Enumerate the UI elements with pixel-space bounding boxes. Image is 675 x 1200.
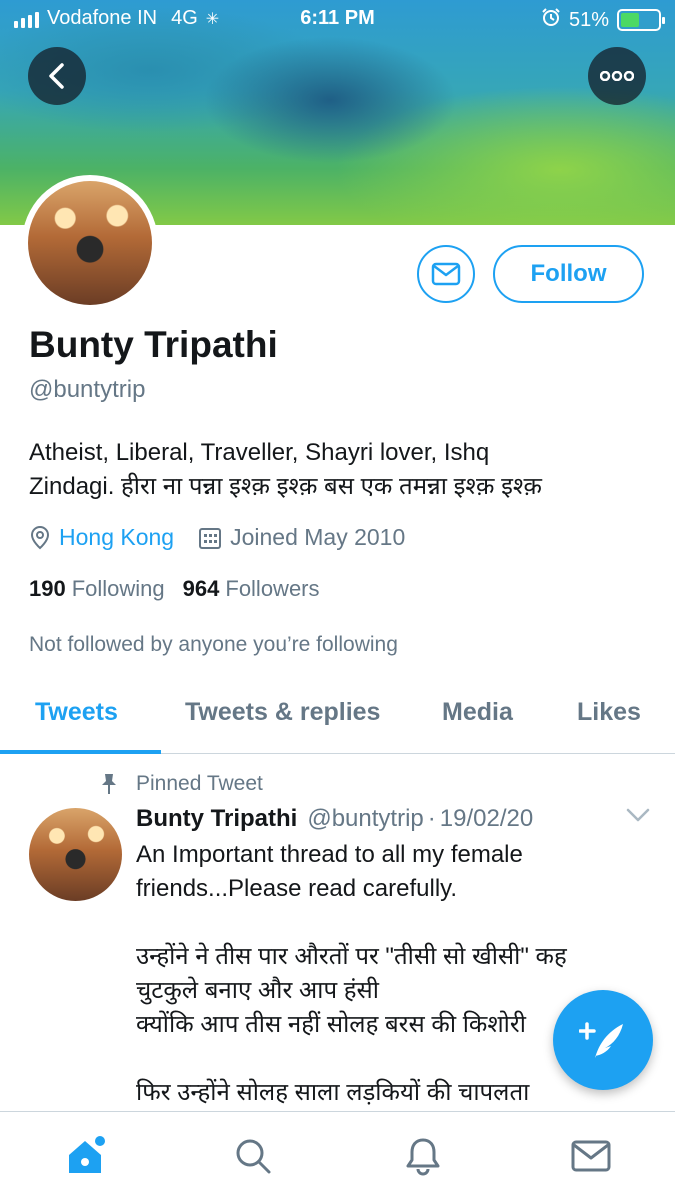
- location-pin-icon: [30, 525, 50, 549]
- bottom-navigation: [0, 1111, 675, 1200]
- following-label: Following: [71, 576, 165, 601]
- battery-fill: [621, 13, 640, 27]
- bell-icon: [406, 1138, 440, 1176]
- tweet-line: उन्होंने ने तीस पार औरतों पर "तीसी सो खी…: [136, 943, 567, 970]
- tweet-avatar[interactable]: [29, 808, 122, 901]
- chevron-left-icon: [49, 63, 64, 89]
- more-button[interactable]: [588, 47, 646, 105]
- avatar-photo: [28, 181, 152, 305]
- followers-count: 964: [182, 576, 220, 601]
- more-horizontal-icon: [600, 71, 634, 81]
- envelope-icon: [431, 262, 461, 286]
- search-icon: [236, 1139, 271, 1174]
- battery-icon: [617, 9, 665, 31]
- battery-percent: 51%: [568, 8, 609, 31]
- chevron-down-icon: [626, 808, 650, 822]
- following-count: 190: [29, 576, 66, 601]
- pin-icon: [102, 774, 116, 794]
- home-icon: [69, 1136, 105, 1173]
- pinned-label: Pinned Tweet: [136, 772, 263, 795]
- calendar-group: Joined May 2010: [198, 524, 405, 551]
- tweet-header: Bunty Tripathi @buntytrip · 19/02/20: [136, 805, 533, 833]
- status-right: 51%: [541, 7, 665, 33]
- joined-date: Joined May 2010: [230, 524, 406, 550]
- followers-stat[interactable]: 964 Followers: [183, 576, 320, 602]
- message-button[interactable]: [417, 245, 475, 303]
- back-button[interactable]: [28, 47, 86, 105]
- followers-label: Followers: [225, 576, 320, 601]
- tweet-author-name: Bunty Tripathi: [136, 805, 298, 832]
- following-stat[interactable]: 190 Following: [29, 576, 165, 602]
- tweet-line: friends...Please read carefully.: [136, 875, 458, 902]
- tweet-options-button[interactable]: [626, 808, 650, 827]
- profile-name: Bunty Tripathi: [29, 324, 278, 365]
- profile-bio: Atheist, Liberal, Traveller, Shayri love…: [29, 436, 649, 504]
- compose-tweet-button[interactable]: [553, 990, 653, 1090]
- compose-tweet-icon: [579, 1022, 623, 1058]
- calendar-icon: [199, 527, 222, 549]
- tweet-author-handle: @buntytrip: [307, 805, 424, 832]
- bio-line: Atheist, Liberal, Traveller, Shayri love…: [29, 439, 490, 466]
- tweet-line: An Important thread to all my female: [136, 841, 523, 868]
- nav-home[interactable]: [64, 1134, 108, 1178]
- profile-handle: @buntytrip: [29, 376, 146, 403]
- profile-avatar[interactable]: [22, 175, 158, 311]
- follow-counts: 190 Following 964 Followers: [29, 576, 320, 602]
- tweet-line-break: [136, 906, 656, 940]
- mutual-followers-note: Not followed by anyone you’re following: [29, 633, 398, 656]
- profile-meta: Hong Kong Joined May 2010: [29, 524, 405, 551]
- nav-search[interactable]: [231, 1134, 275, 1178]
- location-link[interactable]: Hong Kong: [59, 524, 174, 551]
- status-bar: Vodafone IN 4G ✳ 6:11 PM 51%: [0, 0, 675, 38]
- nav-notifications[interactable]: [401, 1134, 445, 1178]
- envelope-icon: [571, 1140, 611, 1172]
- tweet-separator: ·: [427, 805, 436, 832]
- tweet-date: 19/02/20: [439, 805, 534, 832]
- alarm-icon: [541, 7, 561, 33]
- bio-line: Zindagi. हीरा ना पन्ना इश्क़ इश्क़ बस एक…: [29, 473, 542, 500]
- pinned-indicator: Pinned Tweet: [100, 772, 263, 796]
- follow-button[interactable]: Follow: [493, 245, 644, 303]
- nav-messages[interactable]: [569, 1134, 613, 1178]
